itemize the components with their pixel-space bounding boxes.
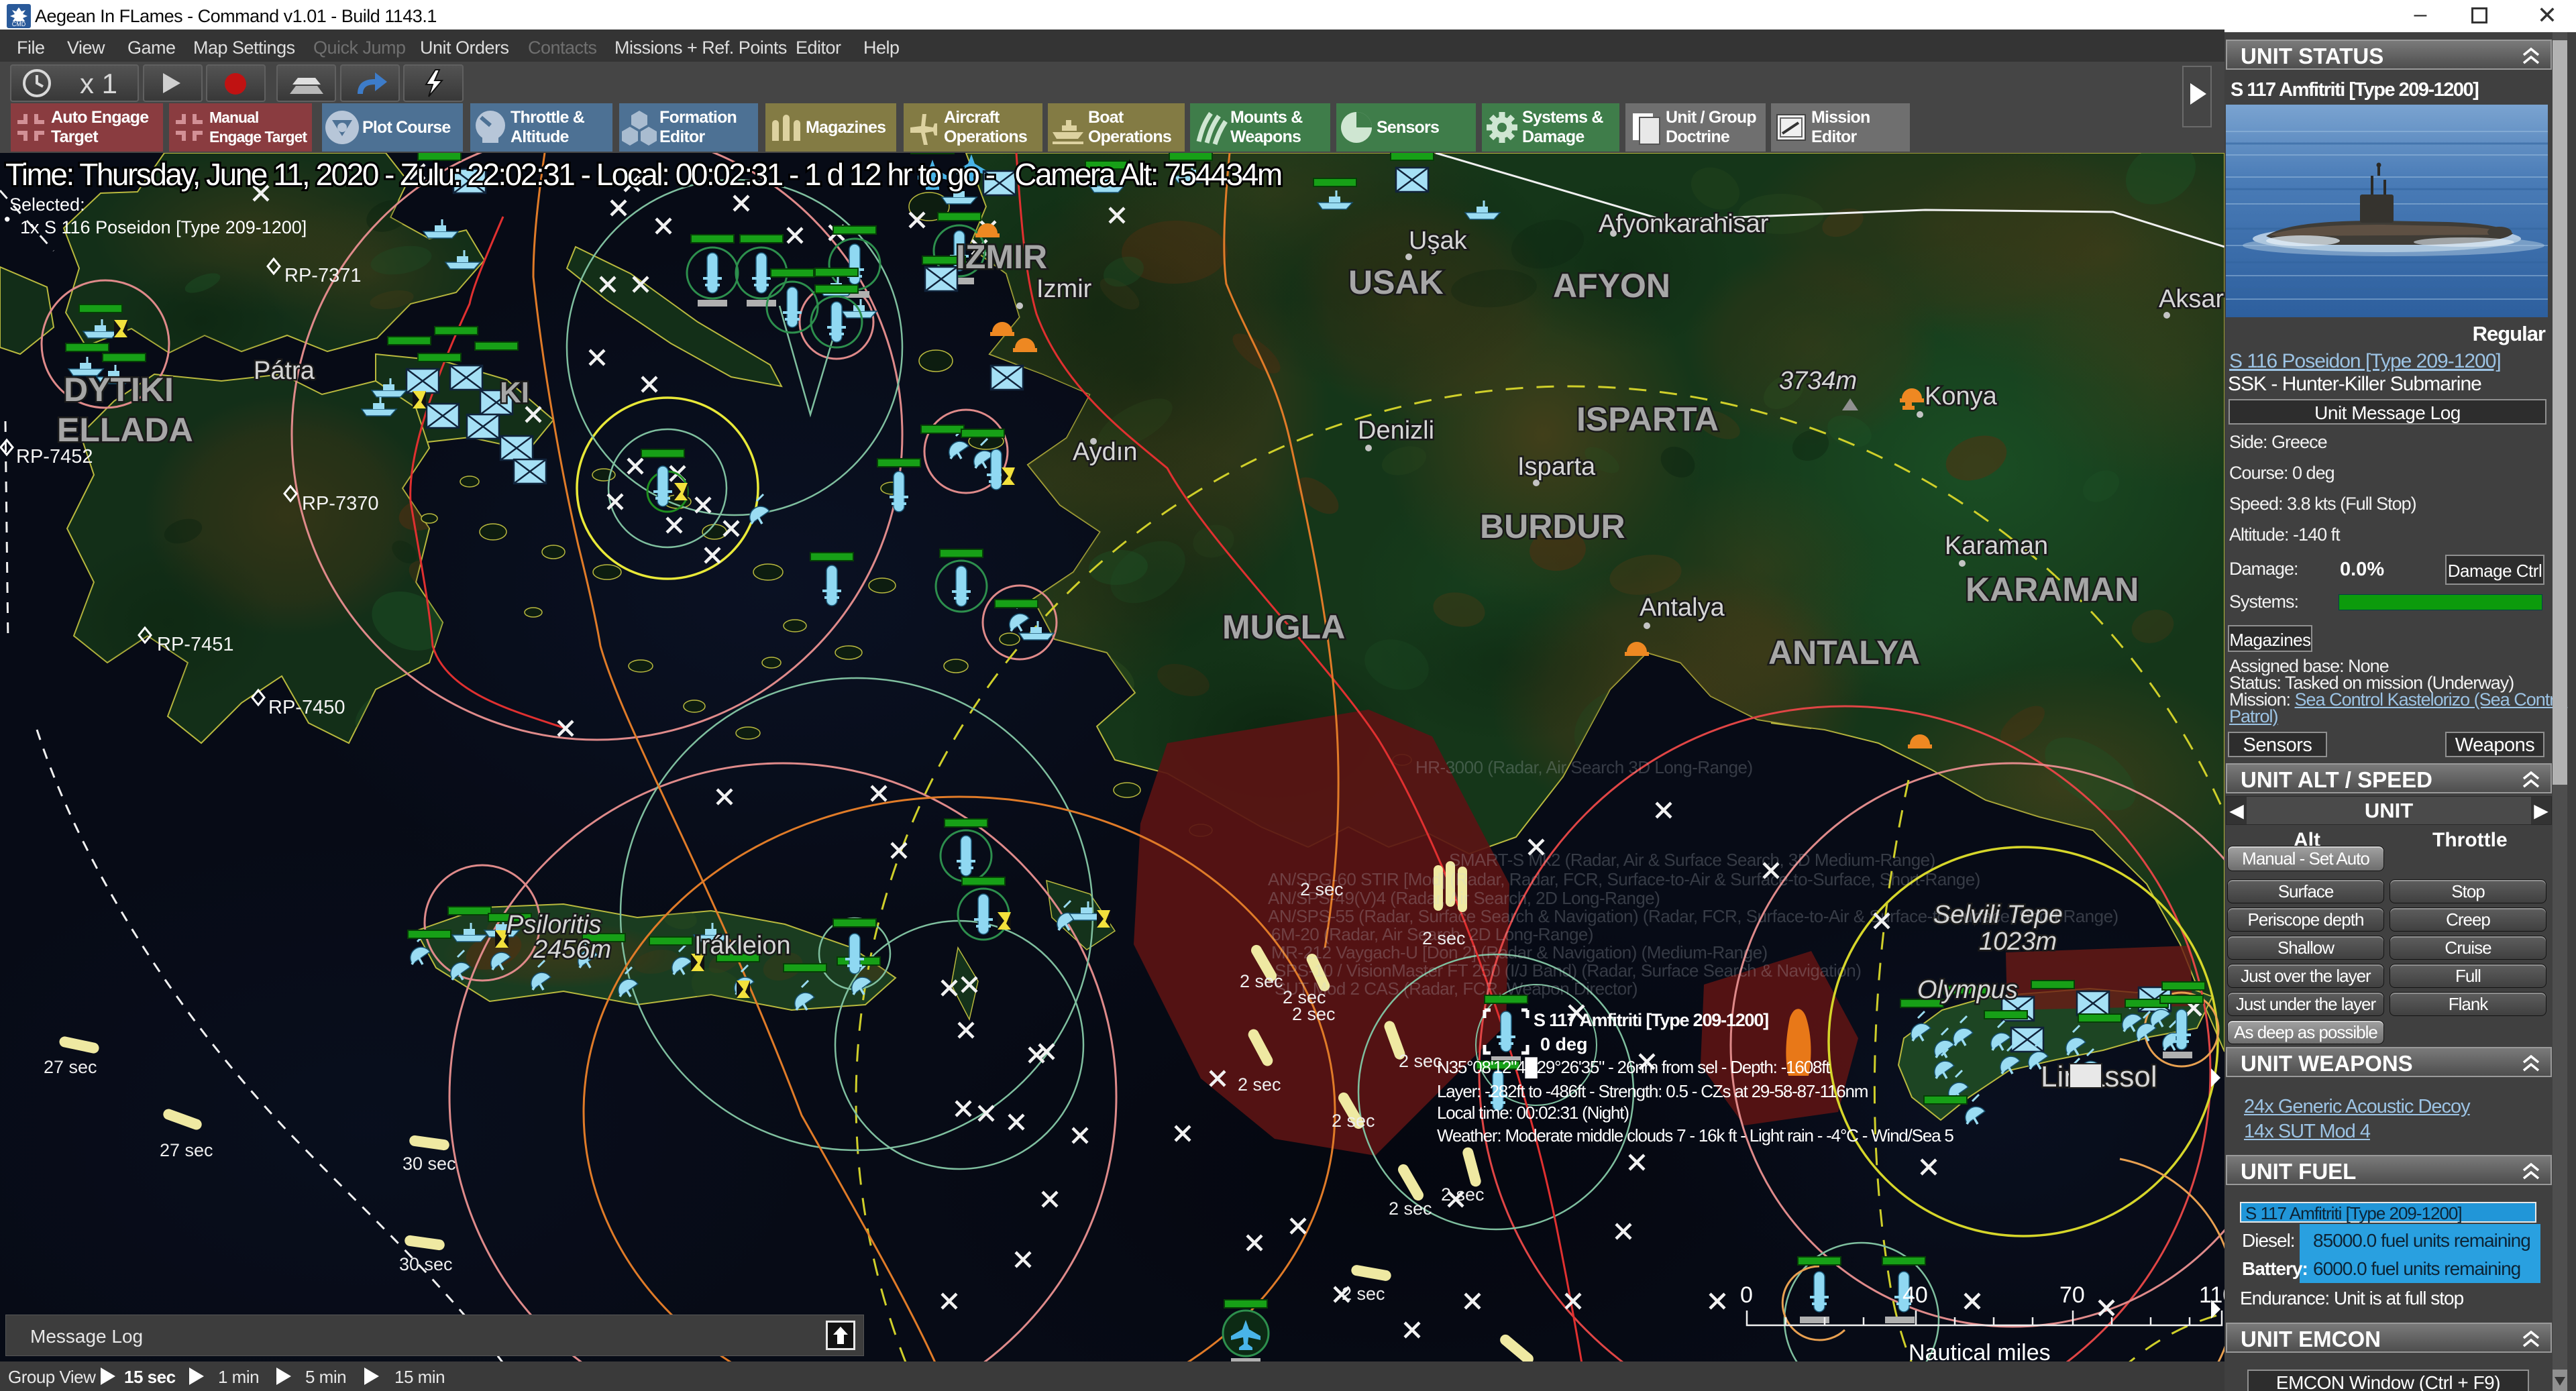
svg-text:Karaman: Karaman (1945, 532, 2048, 560)
svg-text:Time: Thursday, June 11, 2020: Time: Thursday, June 11, 2020 - Zulu: 22… (5, 157, 1281, 192)
svg-text:Weather: Moderate middle cloud: Weather: Moderate middle clouds 7 - 16k … (1437, 1125, 1953, 1146)
svg-text:KARAMAN: KARAMAN (1966, 571, 2139, 608)
svg-text:3734m: 3734m (1779, 367, 1857, 395)
svg-text:2 sec: 2 sec (1292, 1004, 1336, 1024)
svg-text:KI: KI (500, 376, 529, 409)
svg-text:70: 70 (2059, 1282, 2085, 1308)
svg-text:N35°08'12"4█29°26'35" - 26nm f: N35°08'12"4█29°26'35" - 26nm from sel - … (1437, 1057, 1831, 1078)
svg-text:ANTALYA: ANTALYA (1768, 634, 1920, 671)
svg-text:2 sec: 2 sec (1389, 1199, 1432, 1219)
svg-text:2 sec: 2 sec (1342, 1284, 1385, 1304)
svg-text:Pátra: Pátra (254, 357, 315, 385)
svg-text:SPS-10 / VisionMaster FT 250 (: SPS-10 / VisionMaster FT 250 (I/J Band) … (1275, 960, 1861, 981)
svg-text:RP-7371: RP-7371 (284, 265, 361, 286)
svg-text:USAK: USAK (1348, 264, 1444, 301)
svg-text:0 deg: 0 deg (1540, 1034, 1588, 1054)
svg-text:1x S 116 Poseidon [Type 209-12: 1x S 116 Poseidon [Type 209-1200] (20, 217, 307, 237)
svg-text:RP-7370: RP-7370 (302, 493, 378, 514)
svg-text:SUT Mod 2 CAS (Radar, FCR, Wea: SUT Mod 2 CAS (Radar, FCR, Weapon Direct… (1275, 979, 1638, 999)
svg-text:IZMIR: IZMIR (956, 238, 1047, 276)
svg-text:•: • (4, 209, 10, 229)
svg-text:SMART-S Mk2 (Radar, Air & Surf: SMART-S Mk2 (Radar, Air & Surface Search… (1449, 850, 1935, 870)
svg-text:S 117 Amfitriti [Type 209-1200: S 117 Amfitriti [Type 209-1200] (1534, 1010, 1768, 1030)
svg-text:Isparta: Isparta (1517, 453, 1596, 481)
svg-text:Psiloritis: Psiloritis (506, 911, 601, 939)
svg-text:2 sec: 2 sec (1238, 1074, 1281, 1095)
svg-text:CMD: CMD (12, 21, 26, 27)
svg-text:MUGLA: MUGLA (1222, 608, 1345, 646)
svg-text:RP-7450: RP-7450 (268, 697, 345, 718)
svg-text:ISPARTA: ISPARTA (1576, 400, 1719, 438)
svg-text:30 sec: 30 sec (402, 1154, 456, 1174)
svg-text:30 sec: 30 sec (399, 1254, 453, 1274)
svg-text:Antalya: Antalya (1640, 594, 1725, 622)
svg-text:BURDUR: BURDUR (1480, 508, 1625, 545)
svg-text:2 sec: 2 sec (1399, 1051, 1442, 1071)
svg-text:2 sec: 2 sec (1441, 1184, 1485, 1205)
svg-text:Afyonkarahisar: Afyonkarahisar (1599, 210, 1769, 238)
svg-text:ELLADA: ELLADA (57, 411, 193, 449)
svg-text:RP-7452: RP-7452 (16, 446, 93, 467)
svg-text:AN/SPG-60 STIR [Mod] (Radar, R: AN/SPG-60 STIR [Mod] (Radar, Radar, FCR,… (1268, 869, 1980, 889)
svg-text:Aydın: Aydın (1073, 438, 1137, 466)
svg-text:Uşak: Uşak (1409, 227, 1468, 255)
svg-text:MR-212 Vaygach-U [Don 2] (Rada: MR-212 Vaygach-U [Don 2] (Radar & Naviga… (1271, 942, 1768, 962)
svg-text:Konya: Konya (1925, 382, 1998, 410)
svg-text:27 sec: 27 sec (44, 1057, 97, 1077)
svg-text:40: 40 (1902, 1282, 1928, 1308)
svg-text:6M-20 (Radar, Air Search, 2D L: 6M-20 (Radar, Air Search, 2D Long-Range) (1271, 924, 1593, 944)
svg-text:27 sec: 27 sec (160, 1140, 213, 1160)
svg-text:x 1: x 1 (80, 68, 117, 99)
svg-text:0: 0 (1740, 1282, 1753, 1308)
svg-text:RP-7451: RP-7451 (157, 634, 233, 655)
svg-text:2456m: 2456m (533, 936, 611, 964)
svg-text:AN/SPS-55 (Radar, Surface Sear: AN/SPS-55 (Radar, Surface Search & Navig… (1268, 906, 2118, 926)
svg-text:AN/SPS-49(V)4 (Radar, Air Sear: AN/SPS-49(V)4 (Radar, Air Search, 2D Lon… (1268, 888, 1660, 908)
svg-text:HR-3000 (Radar, Air Search 3D: HR-3000 (Radar, Air Search 3D Long-Range… (1415, 757, 1753, 777)
svg-text:Aksar: Aksar (2159, 285, 2224, 313)
svg-text:Layer: -282ft to -486ft - Stre: Layer: -282ft to -486ft - Strength: 0.5 … (1437, 1081, 1868, 1101)
svg-text:Selected:: Selected: (9, 194, 85, 215)
svg-text:1023m: 1023m (1979, 928, 2057, 956)
svg-text:AFYON: AFYON (1553, 267, 1670, 304)
svg-text:Olympus: Olympus (1917, 976, 2018, 1004)
svg-text:Irákleion: Irákleion (694, 932, 791, 960)
svg-text:Local time: 00:02:31 (Night): Local time: 00:02:31 (Night) (1437, 1103, 1629, 1123)
svg-text:DYTIKI: DYTIKI (64, 371, 174, 408)
svg-text:2 sec: 2 sec (1332, 1111, 1375, 1131)
svg-text:Denizli: Denizli (1358, 416, 1434, 445)
svg-text:Izmir: Izmir (1036, 275, 1092, 303)
